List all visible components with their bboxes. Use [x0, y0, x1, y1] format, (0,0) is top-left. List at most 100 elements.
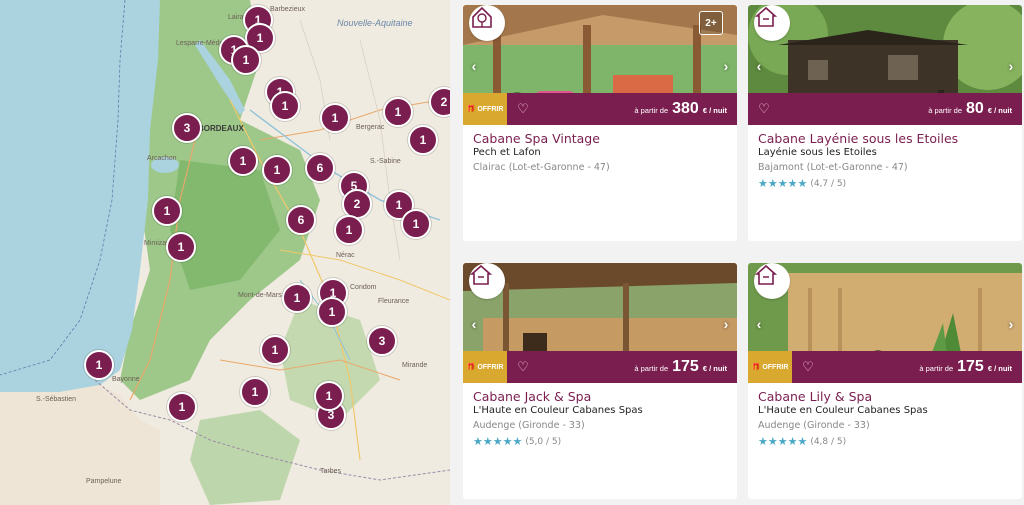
listing-info: Cabane Spa Vintage Pech et Lafon Clairac…: [463, 125, 737, 175]
price-unit: € / nuit: [987, 364, 1012, 373]
price-amount: 175: [957, 358, 984, 375]
photo-prev-arrow[interactable]: ‹: [467, 57, 481, 75]
map-cluster-marker[interactable]: 1: [152, 196, 182, 226]
map-cluster-marker[interactable]: 3: [367, 326, 397, 356]
price-bar: 🎁 OFFRIR ♡ à partir de 380 € / nuit: [463, 93, 737, 125]
rating: ★★★★★ (4,7 / 5): [758, 177, 1012, 190]
gift-icon: 🎁: [466, 106, 476, 113]
listing-card[interactable]: ‹ › ♡ à partir de 80 € / nuit Cabane Lay…: [748, 5, 1022, 241]
price: à partir de 175 € / nuit: [919, 358, 1012, 376]
map-cluster-marker[interactable]: 1: [334, 215, 364, 245]
price-bar: 🎁 OFFRIR ♡ à partir de 175 € / nuit: [463, 351, 737, 383]
map-terrain: [0, 0, 450, 505]
map-cluster-marker[interactable]: 1: [314, 381, 344, 411]
map-cluster-marker[interactable]: 1: [320, 103, 350, 133]
map-cluster-marker[interactable]: 1: [260, 335, 290, 365]
map-cluster-marker[interactable]: 1: [282, 283, 312, 313]
price-amount: 80: [966, 100, 984, 117]
listing-host: L'Haute en Couleur Cabanes Spas: [473, 405, 643, 416]
treehouse-icon: [469, 5, 505, 41]
listing-location: Audenge (Gironde - 33): [473, 420, 585, 431]
offer-button[interactable]: 🎁 OFFRIR: [463, 351, 507, 383]
map-cluster-marker[interactable]: 1: [401, 209, 431, 239]
photo-next-arrow[interactable]: ›: [719, 57, 733, 75]
map-cluster-marker[interactable]: 1: [84, 350, 114, 380]
map-cluster-marker[interactable]: 6: [305, 153, 335, 183]
favorite-heart-icon[interactable]: ♡: [511, 93, 535, 125]
rating-stars: ★★★★★: [758, 178, 808, 190]
map-cluster-marker[interactable]: 1: [270, 91, 300, 121]
listing-info: Cabane Jack & Spa L'Haute en Couleur Cab…: [463, 383, 737, 448]
price-amount: 380: [672, 100, 699, 117]
listing-card[interactable]: 2+ ‹ › 🎁 OFFRIR ♡ à partir de 380 € / nui…: [463, 5, 737, 241]
price-unit: € / nuit: [987, 106, 1012, 115]
favorite-heart-icon[interactable]: ♡: [796, 351, 820, 383]
photo-next-arrow[interactable]: ›: [719, 315, 733, 333]
photo-prev-arrow[interactable]: ‹: [752, 57, 766, 75]
price-prefix: à partir de: [634, 106, 669, 115]
house-icon: [754, 5, 790, 41]
house-icon: [469, 263, 505, 299]
listing-host: L'Haute en Couleur Cabanes Spas: [758, 405, 928, 416]
rating-stars: ★★★★★: [473, 436, 523, 448]
rating: ★★★★★ (5,0 / 5): [473, 435, 727, 448]
listing-title[interactable]: Cabane Jack & Spa: [473, 389, 727, 404]
listing-photo[interactable]: ‹ › ♡ à partir de 80 € / nuit: [748, 5, 1022, 125]
map[interactable]: Nouvelle-Aquitaine Barbezieux Lairac Les…: [0, 0, 450, 505]
rating-stars: ★★★★★: [758, 436, 808, 448]
price-unit: € / nuit: [702, 106, 727, 115]
photo-next-arrow[interactable]: ›: [1004, 315, 1018, 333]
listing-card[interactable]: ‹ › 🎁 OFFRIR ♡ à partir de 175 € / nuit C…: [748, 263, 1022, 499]
map-cluster-marker[interactable]: 1: [408, 125, 438, 155]
map-cluster-marker[interactable]: 6: [286, 205, 316, 235]
listing-photo[interactable]: ‹ › 🎁 OFFRIR ♡ à partir de 175 € / nuit: [748, 263, 1022, 383]
listing-title[interactable]: Cabane Spa Vintage: [473, 131, 727, 146]
listing-location: Bajamont (Lot-et-Garonne - 47): [758, 162, 908, 173]
map-cluster-marker[interactable]: 1: [317, 297, 347, 327]
price-bar: ♡ à partir de 80 € / nuit: [748, 93, 1022, 125]
map-cluster-marker[interactable]: 1: [240, 377, 270, 407]
photo-prev-arrow[interactable]: ‹: [467, 315, 481, 333]
price: à partir de 80 € / nuit: [928, 100, 1012, 118]
listing-location: Audenge (Gironde - 33): [758, 420, 870, 431]
price-amount: 175: [672, 358, 699, 375]
page: Nouvelle-Aquitaine Barbezieux Lairac Les…: [0, 0, 1024, 505]
map-cluster-marker[interactable]: 1: [231, 45, 261, 75]
favorite-heart-icon[interactable]: ♡: [511, 351, 535, 383]
listing-title[interactable]: Cabane Layénie sous les Etoiles: [758, 131, 1012, 146]
listing-host: Layénie sous les Etoiles: [758, 147, 877, 158]
map-cluster-marker[interactable]: 1: [383, 97, 413, 127]
listing-photo[interactable]: ‹ › 🎁 OFFRIR ♡ à partir de 175 € / nuit: [463, 263, 737, 383]
map-cluster-marker[interactable]: 1: [262, 155, 292, 185]
listing-location: Clairac (Lot-et-Garonne - 47): [473, 162, 610, 173]
price-prefix: à partir de: [919, 364, 954, 373]
price-bar: 🎁 OFFRIR ♡ à partir de 175 € / nuit: [748, 351, 1022, 383]
gift-icon: 🎁: [751, 364, 761, 371]
favorite-heart-icon[interactable]: ♡: [752, 93, 776, 125]
offer-label: OFFRIR: [477, 105, 504, 113]
age-badge: 2+: [699, 11, 723, 35]
map-cluster-marker[interactable]: 1: [167, 392, 197, 422]
map-cluster-marker[interactable]: 1: [166, 232, 196, 262]
offer-label: OFFRIR: [762, 363, 789, 371]
offer-button[interactable]: 🎁 OFFRIR: [748, 351, 792, 383]
price-unit: € / nuit: [702, 364, 727, 373]
listing-card[interactable]: ‹ › 🎁 OFFRIR ♡ à partir de 175 € / nuit C…: [463, 263, 737, 499]
offer-button[interactable]: 🎁 OFFRIR: [463, 93, 507, 125]
rating-value: (5,0 / 5): [525, 436, 562, 447]
listing-info: Cabane Lily & Spa L'Haute en Couleur Cab…: [748, 383, 1022, 448]
map-cluster-marker[interactable]: 3: [172, 113, 202, 143]
price: à partir de 175 € / nuit: [634, 358, 727, 376]
house-icon: [754, 263, 790, 299]
rating-value: (4,7 / 5): [810, 178, 847, 189]
photo-next-arrow[interactable]: ›: [1004, 57, 1018, 75]
listing-photo[interactable]: 2+ ‹ › 🎁 OFFRIR ♡ à partir de 380 € / nui…: [463, 5, 737, 125]
listing-title[interactable]: Cabane Lily & Spa: [758, 389, 1012, 404]
offer-label: OFFRIR: [477, 363, 504, 371]
price-prefix: à partir de: [928, 106, 963, 115]
photo-prev-arrow[interactable]: ‹: [752, 315, 766, 333]
map-cluster-marker[interactable]: 1: [228, 146, 258, 176]
price-prefix: à partir de: [634, 364, 669, 373]
listing-host: Pech et Lafon: [473, 147, 541, 158]
rating-value: (4,8 / 5): [810, 436, 847, 447]
